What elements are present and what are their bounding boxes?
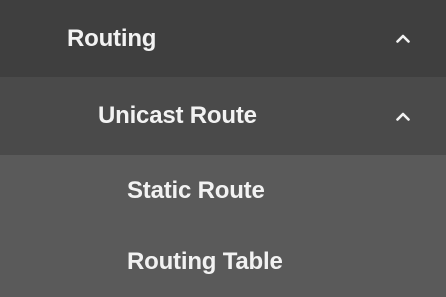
menu-item-label: Unicast Route <box>98 102 257 129</box>
menu-item-label: Routing Table <box>127 247 283 275</box>
menu-item-routing-table[interactable]: Routing Table <box>0 226 446 297</box>
menu-item-static-route[interactable]: Static Route <box>0 155 446 226</box>
side-menu: Routing Unicast Route Static Route Routi… <box>0 0 446 297</box>
menu-item-label: Static Route <box>127 176 265 204</box>
chevron-up-icon[interactable] <box>394 30 412 48</box>
menu-item-unicast-route[interactable]: Unicast Route <box>0 77 446 155</box>
menu-item-routing[interactable]: Routing <box>0 0 446 77</box>
menu-item-label: Routing <box>67 24 157 52</box>
chevron-up-icon[interactable] <box>394 107 412 125</box>
